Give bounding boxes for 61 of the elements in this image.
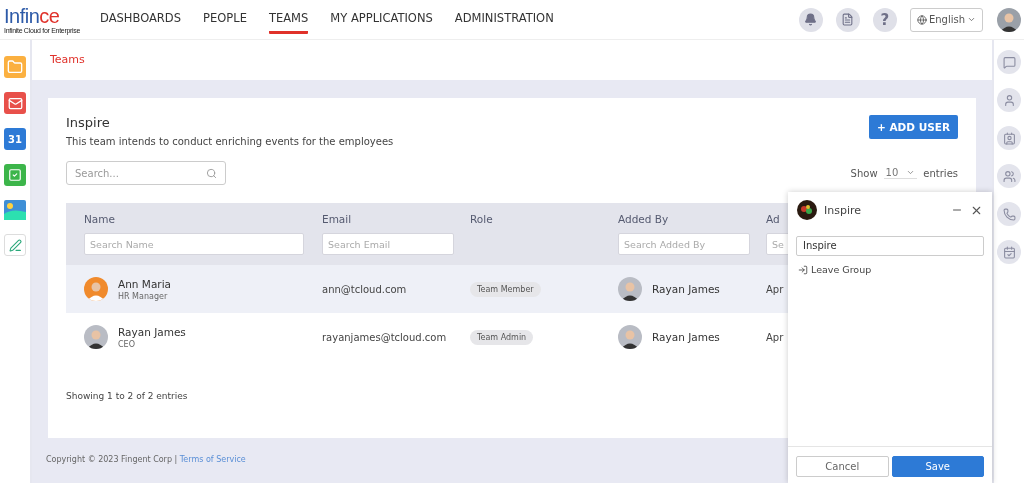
column-header: Ad — [766, 213, 781, 225]
calendar-icon[interactable] — [997, 240, 1021, 264]
search-icon — [206, 167, 217, 179]
pen-icon[interactable] — [4, 234, 26, 256]
added-by-name: Rayan James — [652, 283, 720, 295]
nav-tab[interactable]: MY APPLICATIONS — [330, 5, 433, 34]
task-icon[interactable] — [4, 164, 26, 186]
mail-icon[interactable] — [4, 92, 26, 114]
added-by-name: Rayan James — [652, 331, 720, 343]
calendar-icon[interactable]: 31 — [4, 128, 26, 150]
entries-label: entries — [923, 167, 958, 179]
member-title: HR Manager — [118, 291, 169, 301]
avatar — [84, 325, 108, 349]
globe-icon — [916, 14, 927, 25]
email-cell-text: ann@tcloud.com — [322, 283, 408, 295]
member-name: Rayan James — [118, 325, 186, 338]
date-cell-text: Apr — [766, 331, 785, 343]
date-cell-text: Apr — [766, 283, 785, 295]
team-description: This team intends to conduct enriching events for the employees — [66, 136, 394, 147]
column-header: Email — [322, 213, 353, 225]
folder-icon[interactable] — [4, 56, 26, 78]
team-name: Inspire — [66, 115, 111, 130]
image-icon[interactable] — [4, 200, 26, 220]
panel-title: Inspire — [824, 203, 863, 217]
column-header: Role — [470, 213, 494, 225]
nav-tab[interactable]: ADMINISTRATION — [454, 5, 554, 34]
column-header: Added By — [618, 213, 670, 225]
caret-icon — [967, 15, 976, 24]
show-label: Show — [850, 167, 878, 179]
group-name-field[interactable]: Inspire — [796, 236, 984, 256]
nav-tab[interactable]: PEOPLE — [203, 5, 247, 34]
breadcrumb[interactable]: Teams — [50, 53, 85, 66]
member-title: CEO — [118, 339, 136, 349]
page-size-select[interactable]: 10 — [883, 167, 918, 179]
entries-summary: Showing 1 to 2 of 2 entries — [66, 391, 189, 401]
column-header: Name — [84, 213, 116, 225]
help-button[interactable]: ? — [872, 7, 897, 32]
member-name: Ann Maria — [118, 277, 171, 290]
nav-tab[interactable]: TEAMS — [268, 5, 309, 34]
group-icon[interactable] — [997, 164, 1021, 188]
language-dropdown[interactable]: English — [909, 7, 983, 32]
avatar — [997, 7, 1021, 32]
nav-tab[interactable]: DASHBOARDS — [100, 5, 182, 34]
phone-icon[interactable] — [997, 202, 1021, 226]
avatar — [618, 325, 642, 349]
notes-icon[interactable] — [835, 7, 860, 32]
role-tag: Team Member — [470, 281, 541, 297]
contact-icon[interactable] — [997, 126, 1021, 150]
bell-icon[interactable] — [798, 7, 823, 32]
person-icon[interactable] — [997, 88, 1021, 112]
avatar — [618, 277, 642, 301]
cancel-button[interactable]: Cancel — [796, 456, 889, 477]
email-cell-text: rayanjames@tcloud.com — [322, 331, 448, 343]
avatar — [84, 277, 108, 301]
add-user-button[interactable]: + ADD USER — [869, 115, 958, 139]
save-button[interactable]: Save — [891, 456, 984, 477]
chevron-icon — [906, 168, 916, 177]
copyright-text: Copyright © 2023 Fingent Corp | — [46, 455, 178, 464]
chat-icon[interactable] — [997, 50, 1021, 74]
role-tag: Team Admin — [470, 329, 534, 345]
exit-icon — [798, 264, 808, 275]
